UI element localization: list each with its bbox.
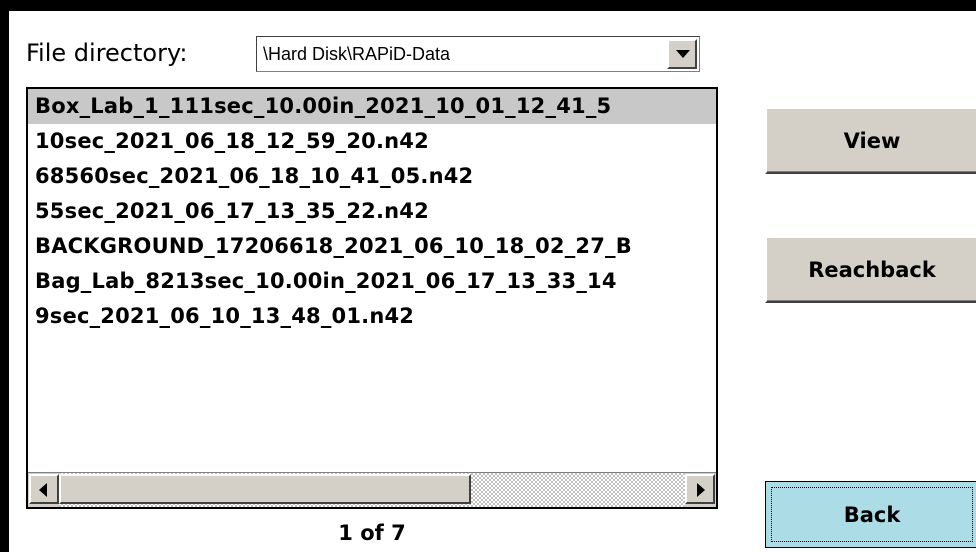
list-item[interactable]: 10sec_2021_06_18_12_59_20.n42 [28,124,716,159]
scroll-right-button[interactable] [685,474,715,504]
view-button[interactable]: View [765,107,976,174]
reachback-button[interactable]: Reachback [765,236,976,303]
list-item[interactable]: BACKGROUND_17206618_2021_06_10_18_02_27_… [28,229,716,264]
focus-rectangle [771,487,973,542]
chevron-down-icon [676,50,690,58]
file-directory-value: \Hard Disk\RAPiD-Data [263,44,451,64]
app-window: File directory: \Hard Disk\RAPiD-Data Bo… [9,11,976,552]
page-indicator: 1 of 7 [338,521,406,545]
arrow-left-icon [39,483,47,497]
horizontal-scrollbar[interactable] [28,472,716,507]
list-item[interactable]: 55sec_2021_06_17_13_35_22.n42 [28,194,716,229]
file-directory-label: File directory: [26,39,188,67]
arrow-right-icon [697,483,705,497]
file-list[interactable]: Box_Lab_1_111sec_10.00in_2021_10_01_12_4… [26,87,718,509]
back-button[interactable]: Back [765,481,976,548]
scroll-left-button[interactable] [29,474,59,504]
list-item[interactable]: Box_Lab_1_111sec_10.00in_2021_10_01_12_4… [28,89,716,124]
scrollbar-thumb[interactable] [59,474,471,504]
list-item[interactable]: Bag_Lab_8213sec_10.00in_2021_06_17_13_33… [28,264,716,299]
list-item[interactable]: 68560sec_2021_06_18_10_41_05.n42 [28,159,716,194]
scrollbar-track[interactable] [59,473,685,507]
dropdown-button[interactable] [667,39,697,69]
list-item[interactable]: 9sec_2021_06_10_13_48_01.n42 [28,299,716,334]
file-directory-dropdown[interactable]: \Hard Disk\RAPiD-Data [256,36,700,72]
file-list-items: Box_Lab_1_111sec_10.00in_2021_10_01_12_4… [28,89,716,465]
